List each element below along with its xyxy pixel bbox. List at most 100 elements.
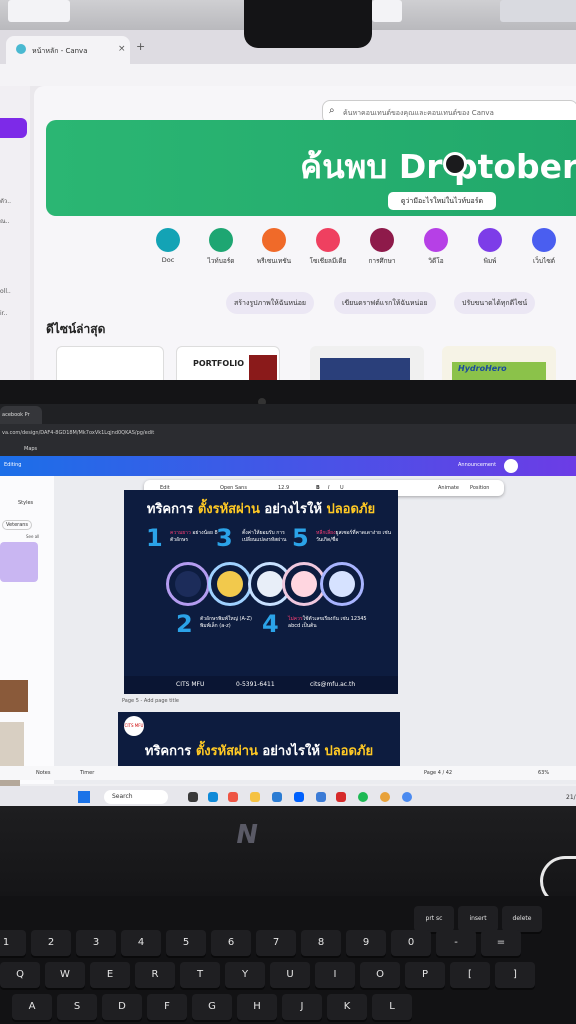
key-p[interactable]: P xyxy=(405,962,445,988)
edge-icon[interactable] xyxy=(208,792,218,802)
key-prtsc[interactable]: prt sc xyxy=(414,906,454,932)
title-part: อย่างไรให้ xyxy=(259,502,327,517)
file-explorer-icon[interactable] xyxy=(250,792,260,802)
key-9[interactable]: 9 xyxy=(346,930,386,956)
browser-tab[interactable]: acebook Pr xyxy=(0,406,42,424)
chrome-icon[interactable] xyxy=(380,792,390,802)
page5-title: ทริคการ ตั้งรหัสผ่าน อย่างไรให้ ปลอดภัย xyxy=(118,740,400,761)
key-5[interactable]: 5 xyxy=(166,930,206,956)
key-j[interactable]: J xyxy=(282,994,322,1020)
app-icon[interactable] xyxy=(316,792,326,802)
page-title-label[interactable]: Page 5 - Add page title xyxy=(122,698,179,704)
ai-chip-draft[interactable]: เขียนดราฟต์แรกให้ฉันหน่อย xyxy=(334,292,436,314)
key-2[interactable]: 2 xyxy=(31,930,71,956)
key-u[interactable]: U xyxy=(270,962,310,988)
key-w[interactable]: W xyxy=(45,962,85,988)
key-o[interactable]: O xyxy=(360,962,400,988)
category-print[interactable]: พิมพ์ xyxy=(460,228,520,266)
step-body: ตั้งค่าให้ยอมรับ การเปลี่ยนแปลงรหัสผ่าน xyxy=(242,530,287,543)
canva-editor-toolbar: Editing Announcement xyxy=(0,456,576,476)
avatar[interactable] xyxy=(504,459,518,473)
address-bar[interactable] xyxy=(0,64,576,86)
key-0[interactable]: 0 xyxy=(391,930,431,956)
key-t[interactable]: T xyxy=(180,962,220,988)
key-y[interactable]: Y xyxy=(225,962,265,988)
key-][interactable]: ] xyxy=(495,962,535,988)
copilot-icon[interactable] xyxy=(228,792,238,802)
canva-favicon-icon xyxy=(16,44,26,54)
key-f[interactable]: F xyxy=(147,994,187,1020)
heart-icon xyxy=(316,228,340,252)
key-insert[interactable]: insert xyxy=(458,906,498,932)
notes-button[interactable]: Notes xyxy=(36,770,50,776)
key-delete[interactable]: delete xyxy=(502,906,542,932)
chrome-profile-icon[interactable] xyxy=(402,792,412,802)
step-number: 5 xyxy=(292,524,309,552)
new-tab-button[interactable]: + xyxy=(136,40,145,53)
key-k[interactable]: K xyxy=(327,994,367,1020)
ai-chip-image[interactable]: สร้างรูปภาพให้ฉันหน่อย xyxy=(226,292,315,314)
photo-thumbnail[interactable] xyxy=(0,680,28,712)
category-education[interactable]: การศึกษา xyxy=(352,228,412,266)
store-icon[interactable] xyxy=(272,792,282,802)
key-1[interactable]: 1 xyxy=(0,930,26,956)
photo-thumbnail[interactable] xyxy=(0,722,24,766)
share-button[interactable]: Announcement xyxy=(458,462,496,468)
address-bar[interactable]: va.com/design/DAF4-8GD18M/Mk7oxVk1Lqjnd0… xyxy=(0,424,576,442)
key-q[interactable]: Q xyxy=(0,962,40,988)
category-website[interactable]: เว็บไซต์ xyxy=(514,228,574,266)
key-i[interactable]: I xyxy=(315,962,355,988)
key-e[interactable]: E xyxy=(90,962,130,988)
key-r[interactable]: R xyxy=(135,962,175,988)
key-a[interactable]: A xyxy=(12,994,52,1020)
key-3[interactable]: 3 xyxy=(76,930,116,956)
animate-button[interactable]: Animate xyxy=(438,485,459,491)
template-thumbnail[interactable] xyxy=(0,542,38,582)
key-=[interactable]: = xyxy=(481,930,521,956)
key-6[interactable]: 6 xyxy=(211,930,251,956)
infographic-page-5[interactable]: CITS MFU ทริคการ ตั้งรหัสผ่าน อย่างไรให้… xyxy=(118,712,400,774)
sidebar-label: ตัว.. xyxy=(0,198,12,205)
editing-mode-button[interactable]: Editing xyxy=(4,462,21,468)
category-doc[interactable]: Doc xyxy=(138,228,198,264)
position-button[interactable]: Position xyxy=(470,485,489,491)
windows-start-icon[interactable] xyxy=(78,791,90,803)
recent-designs-heading: ดีไซน์ล่าสุด xyxy=(46,322,106,336)
key-4[interactable]: 4 xyxy=(121,930,161,956)
create-design-button[interactable] xyxy=(0,118,27,138)
acrobat-icon[interactable] xyxy=(336,792,346,802)
key-s[interactable]: S xyxy=(57,994,97,1020)
task-view-icon[interactable] xyxy=(188,792,198,802)
see-all-link[interactable]: See all xyxy=(26,534,39,539)
panel-item[interactable]: Styles xyxy=(18,500,33,506)
taskbar-search[interactable]: Search xyxy=(104,790,168,804)
dropbox-icon[interactable] xyxy=(294,792,304,802)
category-video[interactable]: วิดีโอ xyxy=(406,228,466,266)
key-l[interactable]: L xyxy=(372,994,412,1020)
key-d[interactable]: D xyxy=(102,994,142,1020)
browser-tab-canva-home[interactable]: หน้าหลัก - Canva × xyxy=(6,36,130,64)
panel-item[interactable]: Veterans xyxy=(2,520,33,530)
key-[[interactable]: [ xyxy=(450,962,490,988)
category-label: Doc xyxy=(161,256,175,264)
timer-button[interactable]: Timer xyxy=(80,770,94,776)
title-highlight: ตั้งรหัสผ่าน xyxy=(195,744,258,759)
whats-new-button[interactable]: ดูว่ามีอะไรใหม่ในไวท์บอร์ด xyxy=(388,192,496,210)
key-g[interactable]: G xyxy=(192,994,232,1020)
key-7[interactable]: 7 xyxy=(256,930,296,956)
ai-chip-resize[interactable]: ปรับขนาดได้ทุกดีไซน์ xyxy=(454,292,536,314)
cits-logo: CITS MFU xyxy=(124,716,144,736)
category-presentation[interactable]: พรีเซนเทชัน xyxy=(244,228,304,266)
key-8[interactable]: 8 xyxy=(301,930,341,956)
zoom-level[interactable]: 63% xyxy=(538,770,549,776)
spotify-icon[interactable] xyxy=(358,792,368,802)
close-tab-icon[interactable]: × xyxy=(118,44,126,54)
category-whiteboard[interactable]: ไวท์บอร์ด xyxy=(191,228,251,266)
key--[interactable]: - xyxy=(436,930,476,956)
category-social-media[interactable]: โซเชียลมีเดีย xyxy=(298,228,358,266)
bookmark-maps[interactable]: Maps xyxy=(24,442,37,456)
step-number: 2 xyxy=(176,610,193,638)
title-part: ทริคการ xyxy=(144,744,196,759)
printer-icon xyxy=(478,228,502,252)
key-h[interactable]: H xyxy=(237,994,277,1020)
